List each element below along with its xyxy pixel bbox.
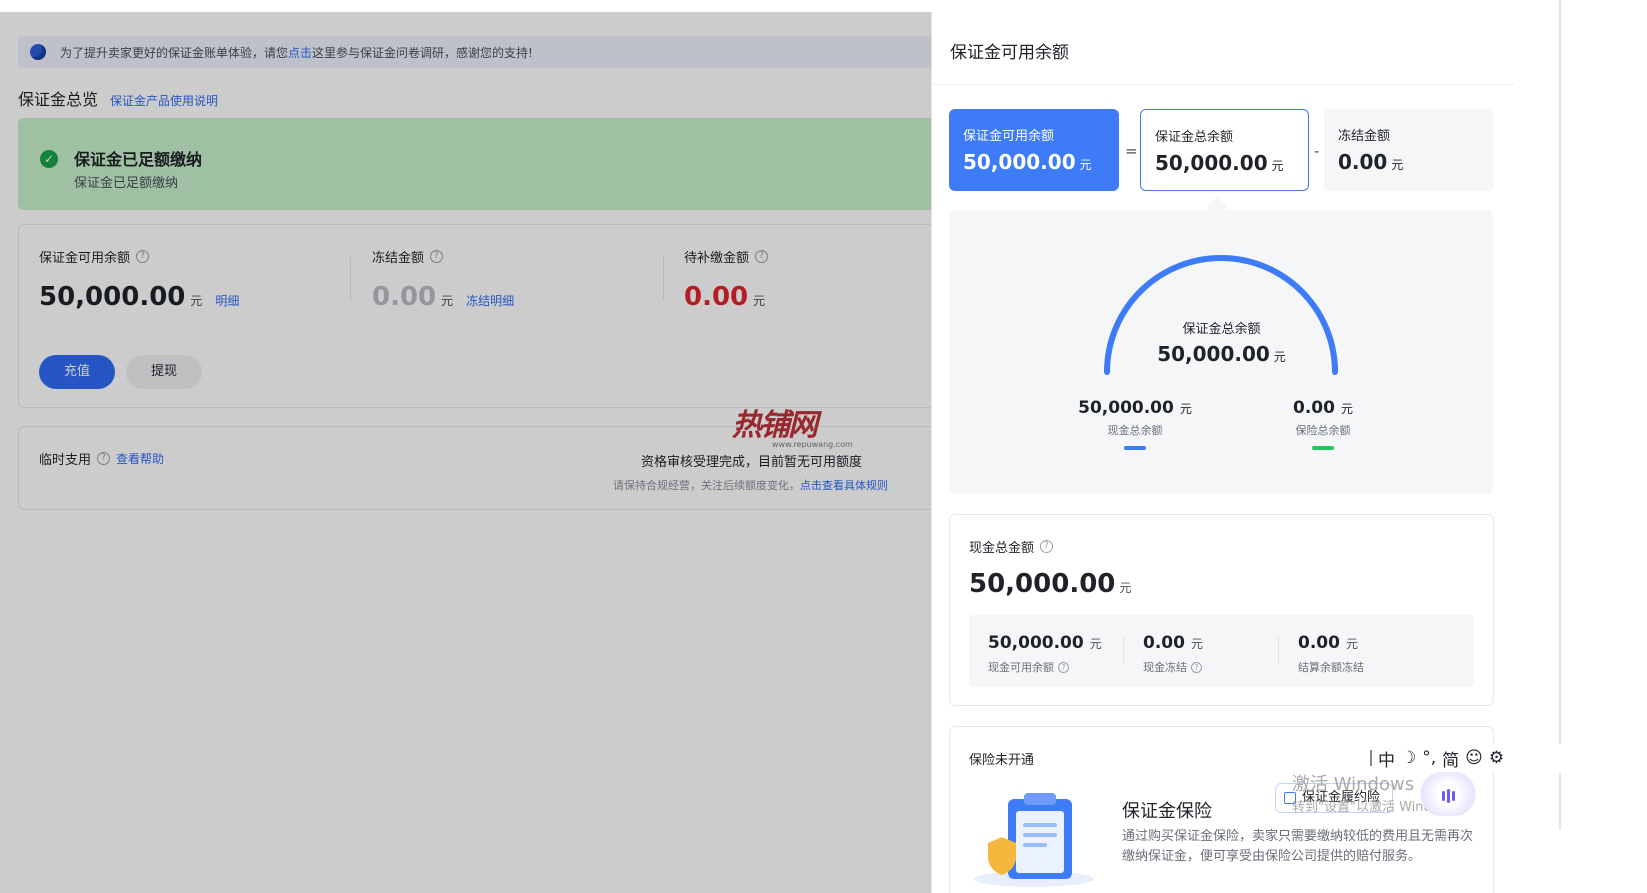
item-label: 结算余额冻结 xyxy=(1298,661,1364,674)
cash-available-item: 50,000.00 元 现金可用余额? xyxy=(988,633,1102,675)
card-unit: 元 xyxy=(1271,159,1284,173)
legend-value: 50,000.00 xyxy=(1078,398,1174,418)
insurance-description: 通过购买保证金保险，卖家只需要缴纳较低的费用且无需再次缴纳保证金，便可享受由保险… xyxy=(1122,829,1474,864)
help-icon[interactable]: ? xyxy=(1191,661,1202,673)
gauge-center-value: 50,000.00 元 xyxy=(949,342,1494,366)
windows-activation-title: 激活 Windows xyxy=(1292,774,1415,795)
cash-value: 50,000.00 xyxy=(969,569,1116,599)
help-icon[interactable]: ? xyxy=(1058,661,1069,673)
insurance-total-legend: 0.00 元 保险总余额 xyxy=(1243,398,1403,450)
frozen-amount-card[interactable]: 冻结金额 0.00 元 xyxy=(1324,109,1494,191)
equals-sign: = xyxy=(1125,142,1138,160)
gauge-unit: 元 xyxy=(1273,350,1286,364)
ime-toolbar: 中 ☽ °, 简 ☺ ⚙ xyxy=(1366,744,1562,772)
card-value: 50,000.00 xyxy=(963,150,1076,174)
drawer-title: 保证金可用余额 xyxy=(950,43,1069,63)
scrollbar[interactable] xyxy=(1559,0,1561,830)
legend-label: 保险总余额 xyxy=(1295,424,1351,437)
assistant-bubble-icon[interactable] xyxy=(1420,772,1476,816)
card-value: 50,000.00 xyxy=(1155,151,1268,175)
legend-value: 0.00 xyxy=(1293,398,1335,418)
legend-swatch xyxy=(1124,446,1146,450)
divider xyxy=(1123,637,1124,663)
card-label: 冻结金额 xyxy=(1338,129,1391,144)
item-label: 现金冻结 xyxy=(1143,661,1187,674)
total-balance-card[interactable]: 保证金总余额 50,000.00 元 xyxy=(1140,109,1309,191)
legend-swatch xyxy=(1312,446,1334,450)
item-value: 0.00 xyxy=(1143,633,1185,653)
cash-total-panel: 现金总金额? 50,000.00 元 50,000.00 元 现金可用余额? 0.0… xyxy=(949,514,1494,706)
moon-icon[interactable]: ☽ xyxy=(1401,748,1416,768)
cash-breakdown: 50,000.00 元 现金可用余额? 0.00 元 现金冻结? 0.00 元 结算余… xyxy=(969,615,1474,687)
minus-sign: - xyxy=(1314,142,1320,160)
cash-total-legend: 50,000.00 元 现金总余额 xyxy=(1055,398,1215,450)
insurance-label: 保险未开通 xyxy=(969,753,1035,768)
gauge-center-label: 保证金总余额 xyxy=(1182,322,1261,337)
gauge-value: 50,000.00 xyxy=(1157,342,1270,366)
balance-gauge-panel: 保证金总余额 50,000.00 元 50,000.00 元 现金总余额 0.00 元… xyxy=(949,210,1494,494)
legend-unit: 元 xyxy=(1340,402,1353,416)
ime-chinese-toggle[interactable]: 中 xyxy=(1378,746,1395,771)
settlement-frozen-item: 0.00 元 结算余额冻结 xyxy=(1298,633,1364,675)
cash-label: 现金总金额 xyxy=(969,541,1035,556)
item-unit: 元 xyxy=(1190,637,1203,651)
card-label: 保证金可用余额 xyxy=(963,129,1055,144)
card-unit: 元 xyxy=(1079,158,1092,172)
available-balance-card[interactable]: 保证金可用余额 50,000.00 元 xyxy=(949,109,1119,191)
clipboard-illustration xyxy=(974,793,1094,887)
modal-overlay[interactable] xyxy=(0,12,931,893)
card-label: 保证金总余额 xyxy=(1155,130,1234,145)
help-icon[interactable]: ? xyxy=(1040,540,1054,553)
insurance-title: 保证金保险 xyxy=(1122,801,1212,822)
punctuation-toggle[interactable]: °, xyxy=(1422,748,1436,768)
simplified-toggle[interactable]: 简 xyxy=(1442,746,1459,771)
item-value: 50,000.00 xyxy=(988,633,1084,653)
legend-unit: 元 xyxy=(1179,402,1192,416)
item-unit: 元 xyxy=(1089,637,1102,651)
legend-label: 现金总余额 xyxy=(1107,424,1163,437)
item-value: 0.00 xyxy=(1298,633,1340,653)
top-strip xyxy=(0,0,1647,12)
cash-frozen-item: 0.00 元 现金冻结? xyxy=(1143,633,1203,675)
ime-drag-handle[interactable] xyxy=(1370,750,1372,766)
divider xyxy=(932,84,1515,85)
card-value: 0.00 xyxy=(1338,150,1388,174)
emoji-icon[interactable]: ☺ xyxy=(1465,748,1483,768)
divider xyxy=(1278,637,1279,663)
settings-gear-icon[interactable]: ⚙ xyxy=(1489,748,1504,768)
cash-unit: 元 xyxy=(1119,581,1132,595)
item-unit: 元 xyxy=(1345,637,1358,651)
card-unit: 元 xyxy=(1391,158,1404,172)
item-label: 现金可用余额 xyxy=(988,661,1054,674)
